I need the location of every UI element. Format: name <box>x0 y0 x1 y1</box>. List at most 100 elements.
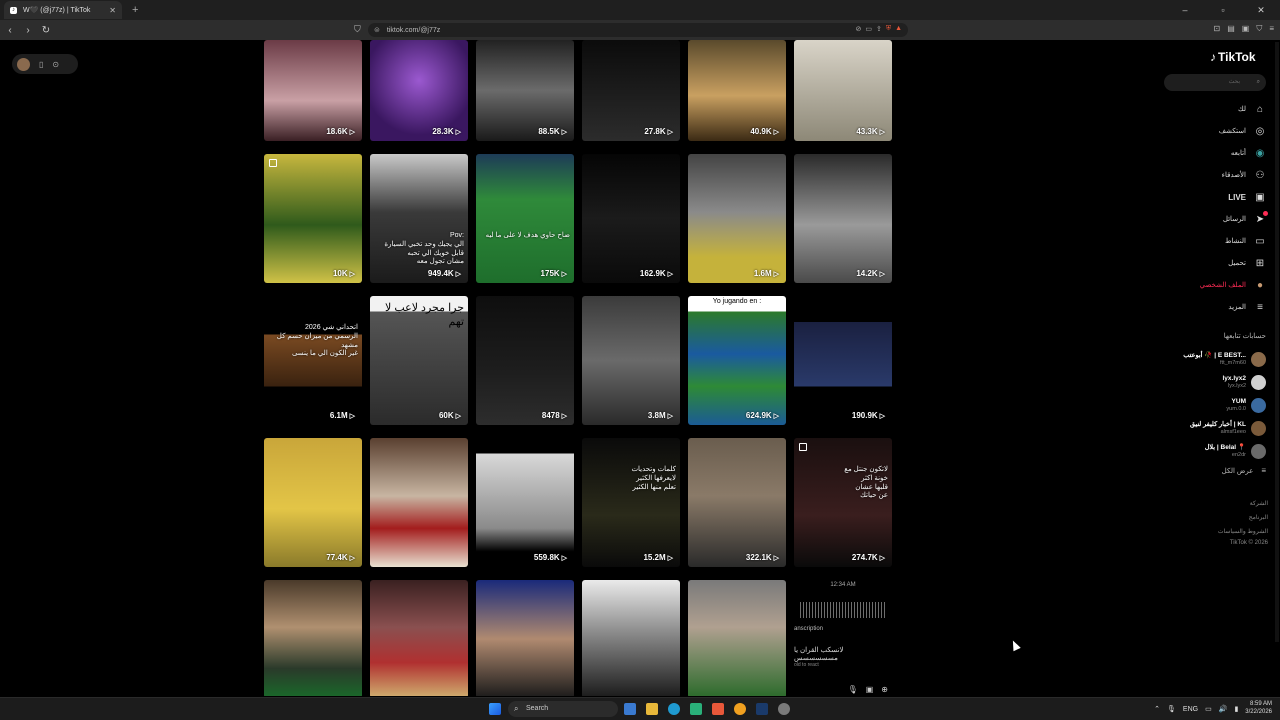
edge-icon[interactable] <box>668 703 680 715</box>
clock[interactable]: 8:59 AM 3/22/2026 <box>1245 701 1272 717</box>
mic-icon[interactable]: 🎙 <box>1167 705 1176 713</box>
video-tile[interactable]: Yo jugando en : 624.9K <box>688 296 786 425</box>
video-tile[interactable]: Pov: الي يجيك وحد تخبي السيارة قابل خويك… <box>370 154 468 283</box>
extensions-icon[interactable]: ⊡ <box>1214 24 1221 34</box>
video-tile[interactable]: 88.5K <box>476 40 574 141</box>
sidebar-item-9[interactable]: المزيد ≡ <box>1180 296 1270 318</box>
video-tile[interactable]: اتحداني شي 2026 الرسمي من ميزان حسم كل م… <box>264 296 362 425</box>
view-count: 949.4K <box>428 269 461 278</box>
avatar[interactable] <box>17 57 30 71</box>
video-tile[interactable] <box>476 580 574 696</box>
file-explorer-icon[interactable] <box>646 703 658 715</box>
volume-icon[interactable]: 🔊 <box>1219 705 1228 713</box>
settings-icon[interactable]: ⊙ <box>52 60 59 69</box>
show-all-link[interactable]: عرض الكل ≡ <box>1150 466 1266 475</box>
brave-icon[interactable] <box>712 703 724 715</box>
following-account[interactable]: أبوعتب 🥀 | E BEST... ftt_m7m60 <box>1150 348 1266 370</box>
view-count: 77.4K <box>326 553 355 562</box>
block-icon[interactable]: ⊘ <box>855 25 861 33</box>
video-tile[interactable]: 77.4K <box>264 438 362 567</box>
settings-app-icon[interactable] <box>778 703 790 715</box>
close-tab-icon[interactable]: ✕ <box>109 6 116 15</box>
search-input[interactable]: بحث ⌕ <box>1164 74 1266 91</box>
maximize-button[interactable]: ▫ <box>1204 0 1242 20</box>
forward-icon[interactable]: › <box>20 25 36 36</box>
minimize-button[interactable]: – <box>1166 0 1204 20</box>
chat-app-icon[interactable] <box>734 703 746 715</box>
video-tile[interactable]: 1.6M <box>688 154 786 283</box>
site-info-icon[interactable]: ⊜ <box>374 26 380 34</box>
steam-icon[interactable] <box>756 703 768 715</box>
scrollbar[interactable] <box>1275 42 1279 642</box>
tiktok-logo[interactable]: ♪ TikTok <box>1210 50 1256 64</box>
sidebar-item-0[interactable]: لك ⌂ <box>1180 98 1270 120</box>
following-account[interactable]: lyx.lyx2 lyx.lyx2 <box>1150 371 1266 393</box>
video-tile[interactable] <box>370 438 468 567</box>
windows-start-icon[interactable] <box>489 703 501 715</box>
back-icon[interactable]: ‹ <box>2 25 18 36</box>
battery-icon[interactable]: ▮ <box>1234 705 1238 713</box>
video-tile[interactable]: 8478 <box>476 296 574 425</box>
video-tile[interactable]: 162.9K <box>582 154 680 283</box>
sidebar-item-3[interactable]: الأصدقاء ⚇ <box>1180 164 1270 186</box>
sidebar-item-2[interactable]: أتابعه ◉ <box>1180 142 1270 164</box>
video-tile[interactable]: 18.6K <box>264 40 362 141</box>
new-tab-button[interactable]: + <box>132 4 138 16</box>
video-tile[interactable]: 190.9K <box>794 296 892 425</box>
menu-icon[interactable]: ≡ <box>1269 24 1274 34</box>
shields-icon[interactable]: ⛨ <box>886 25 891 33</box>
sidebar-item-4[interactable]: LIVE ▣ <box>1180 186 1270 208</box>
video-tile[interactable] <box>688 580 786 696</box>
browser-tab[interactable]: ♪ W🖤 (@j77z) | TikTok ✕ <box>4 1 122 19</box>
search-icon[interactable]: ⌕ <box>1257 74 1260 91</box>
following-account[interactable]: أخبار كليفر لنيق | KL almsf1eeo <box>1150 417 1266 439</box>
video-tile[interactable]: 3.8M <box>582 296 680 425</box>
sidebar-item-8[interactable]: الملف الشخصي ● <box>1180 274 1270 296</box>
video-tile[interactable]: 27.8K <box>582 40 680 141</box>
video-tile[interactable]: 10K <box>264 154 362 283</box>
language-indicator[interactable]: ENG <box>1183 706 1198 713</box>
following-account[interactable]: YUM yum.0.0 <box>1150 394 1266 416</box>
video-tile[interactable]: لاتكون جنتل مع خونة اكثر قلبها عشان عن ح… <box>794 438 892 567</box>
video-tile[interactable] <box>370 580 468 696</box>
chevron-up-icon[interactable]: ⌃ <box>1154 705 1160 713</box>
reload-icon[interactable]: ↻ <box>38 25 54 36</box>
following-account[interactable]: بلال | Belal 📍 en2dr <box>1150 440 1266 462</box>
video-tile[interactable]: 28.3K <box>370 40 468 141</box>
footer-company[interactable]: الشركة <box>1150 500 1268 507</box>
video-tile[interactable] <box>264 580 362 696</box>
address-bar[interactable]: ⊜ tiktok.com/@j77z ⊘ ▭ ⇪ ⛨ ▲ <box>368 23 908 37</box>
sidebar-item-1[interactable]: استكشف ◎ <box>1180 120 1270 142</box>
video-tile[interactable]: جرا مجرد لاعب لا تهم 60K <box>370 296 468 425</box>
close-window-button[interactable]: ✕ <box>1242 0 1280 20</box>
bookmark-icon[interactable]: ⛉ <box>354 24 361 35</box>
wallet-icon[interactable]: ▣ <box>1242 24 1250 34</box>
video-tile[interactable]: 322.1K <box>688 438 786 567</box>
video-tile[interactable] <box>582 580 680 696</box>
device-icon[interactable]: ▯ <box>39 60 43 69</box>
add-icon[interactable]: ⊕ <box>881 685 888 694</box>
image-icon[interactable]: ▣ <box>866 685 874 694</box>
sidebar-item-7[interactable]: تحميل ⊞ <box>1180 252 1270 274</box>
sidebar-item-5[interactable]: الرسائل ➤ <box>1180 208 1270 230</box>
share-icon[interactable]: ⇪ <box>876 25 882 33</box>
vpn-icon[interactable]: ⛉ <box>1256 24 1262 34</box>
rewards-icon[interactable]: ▲ <box>895 25 902 33</box>
video-tile[interactable]: 559.8K <box>476 438 574 567</box>
video-tile[interactable]: 43.3K <box>794 40 892 141</box>
video-tile[interactable]: 14.2K <box>794 154 892 283</box>
footer-program[interactable]: البرنامج <box>1150 514 1268 521</box>
video-tile[interactable]: كلمات وتحديات لايعرفها الكثير تعلم منها … <box>582 438 680 567</box>
mic-icon[interactable]: 🎙 <box>848 685 858 694</box>
video-tile[interactable]: 40.9K <box>688 40 786 141</box>
video-tile[interactable]: ضاح حاوي هدف لا على ما ليه 175K <box>476 154 574 283</box>
footer-terms[interactable]: الشروط والسياسات <box>1150 528 1268 535</box>
video-tile[interactable]: 12:34 AM anscription لانسكب القران يا مسسس… <box>794 580 892 696</box>
taskbar-search[interactable]: ⌕ Search <box>508 701 618 717</box>
network-icon[interactable]: ▭ <box>1205 705 1212 713</box>
app-icon[interactable] <box>690 703 702 715</box>
cast-icon[interactable]: ▭ <box>865 25 872 33</box>
sidebar-item-6[interactable]: النشاط ▭ <box>1180 230 1270 252</box>
widgets-icon[interactable] <box>624 703 636 715</box>
sidebar-icon[interactable]: ▤ <box>1227 24 1235 34</box>
